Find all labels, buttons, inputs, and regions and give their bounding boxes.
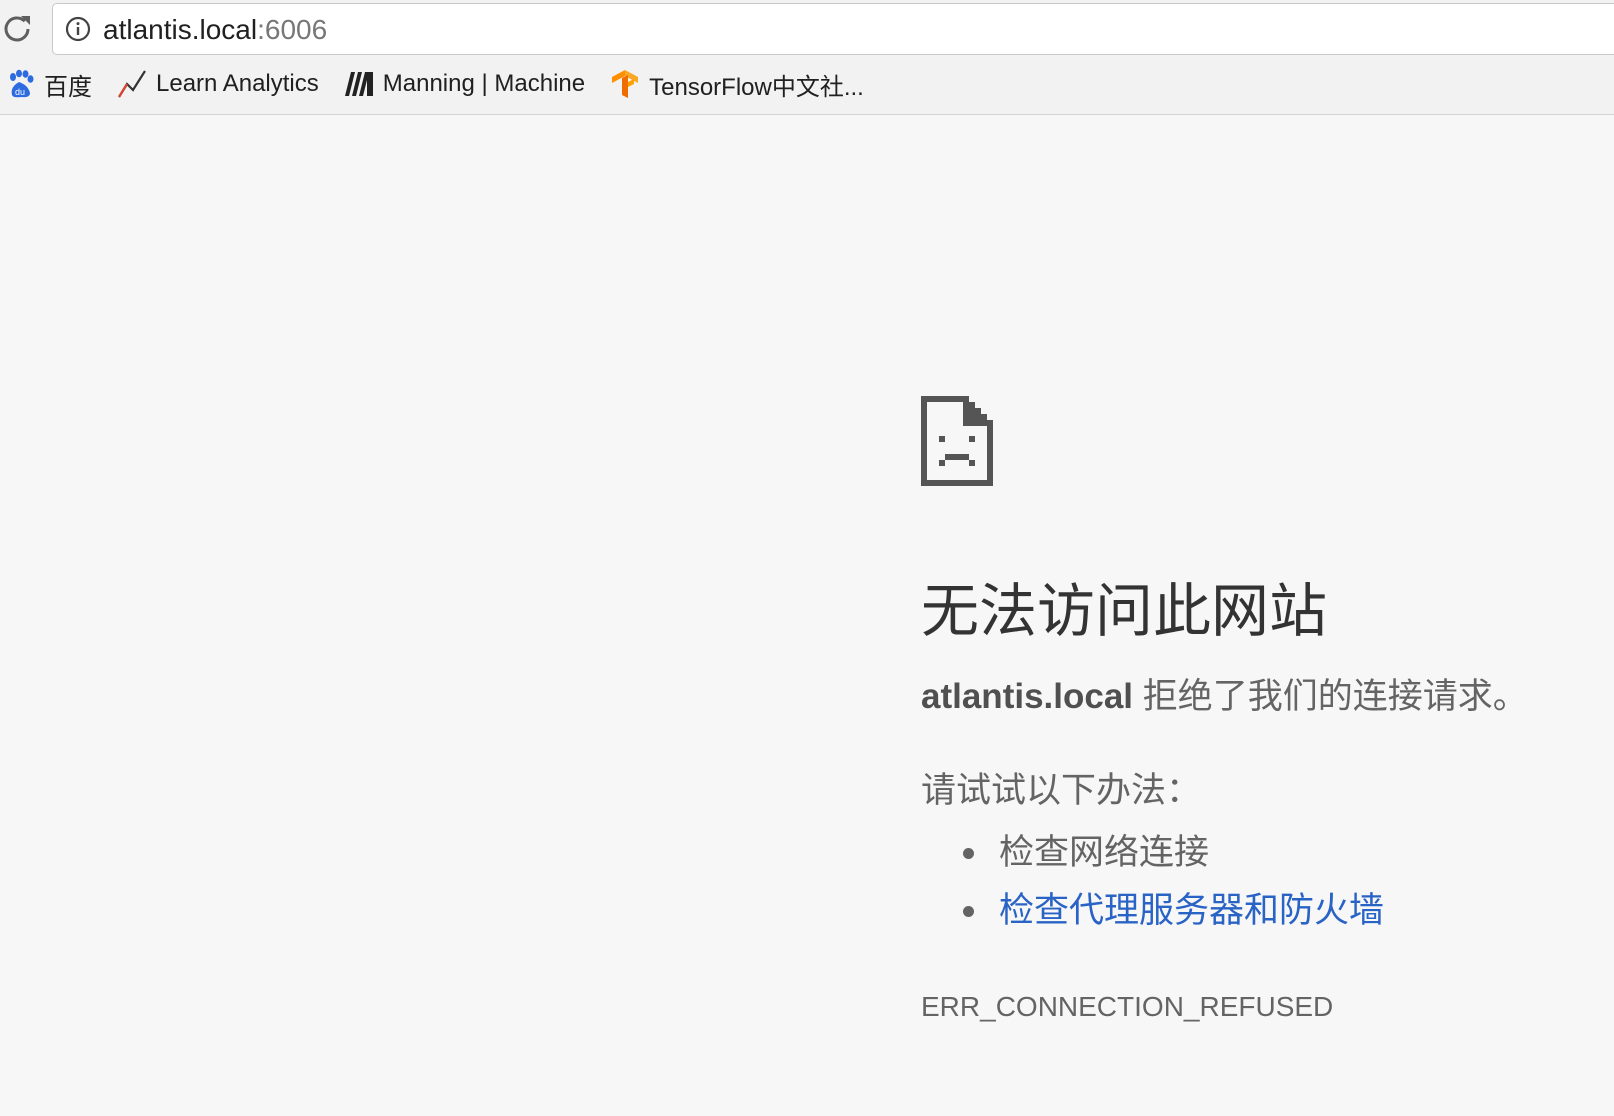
chart-line-icon: [118, 70, 146, 98]
browser-toolbar: atlantis.local:6006 du 百度 Learn Analytic…: [0, 0, 1614, 115]
suggestion-check-network: 检查网络连接: [921, 824, 1581, 882]
check-proxy-firewall-link[interactable]: 检查代理服务器和防火墙: [999, 891, 1384, 930]
error-content: 无法访问此网站 atlantis.local 拒绝了我们的连接请求。 请试试以下…: [921, 396, 1581, 1024]
url-host: atlantis.local: [103, 14, 258, 45]
bookmark-tensorflow[interactable]: TensorFlow中文社...: [609, 62, 864, 106]
error-code: ERR_CONNECTION_REFUSED: [921, 991, 1334, 1022]
error-host: atlantis.local: [921, 677, 1134, 716]
error-description: atlantis.local 拒绝了我们的连接请求。: [921, 676, 1581, 718]
suggestions-heading: 请试试以下办法：: [921, 771, 1202, 810]
error-message: 拒绝了我们的连接请求。: [1133, 677, 1528, 716]
url-port: :6006: [257, 14, 328, 45]
address-bar[interactable]: atlantis.local:6006: [52, 3, 1614, 55]
baidu-paw-icon: du: [10, 69, 34, 98]
info-icon[interactable]: [65, 16, 91, 42]
bookmark-label: 百度: [44, 73, 92, 101]
suggestion-text: 检查网络连接: [999, 833, 1210, 872]
bookmark-label: Manning | Machine: [382, 70, 586, 97]
bookmark-baidu[interactable]: du 百度: [6, 62, 92, 106]
bookmark-learn-analytics[interactable]: Learn Analytics: [116, 62, 319, 106]
sad-page-icon: [921, 396, 993, 486]
page-title: 无法访问此网站: [921, 579, 1328, 644]
bookmarks-bar: du 百度 Learn Analytics Manning | Machine: [0, 62, 864, 106]
tensorflow-logo-icon: [612, 70, 639, 98]
url-text[interactable]: atlantis.local:6006: [103, 14, 327, 46]
suggestions-list: 检查网络连接 检查代理服务器和防火墙: [921, 824, 1581, 940]
suggestion-check-proxy[interactable]: 检查代理服务器和防火墙: [921, 882, 1581, 940]
reload-icon[interactable]: [0, 12, 34, 46]
bookmark-label: TensorFlow中文社...: [649, 73, 864, 101]
manning-logo-icon: [344, 72, 373, 96]
bookmark-manning[interactable]: Manning | Machine: [343, 62, 585, 106]
bookmark-label: Learn Analytics: [156, 70, 319, 97]
svg-text:du: du: [15, 87, 25, 97]
